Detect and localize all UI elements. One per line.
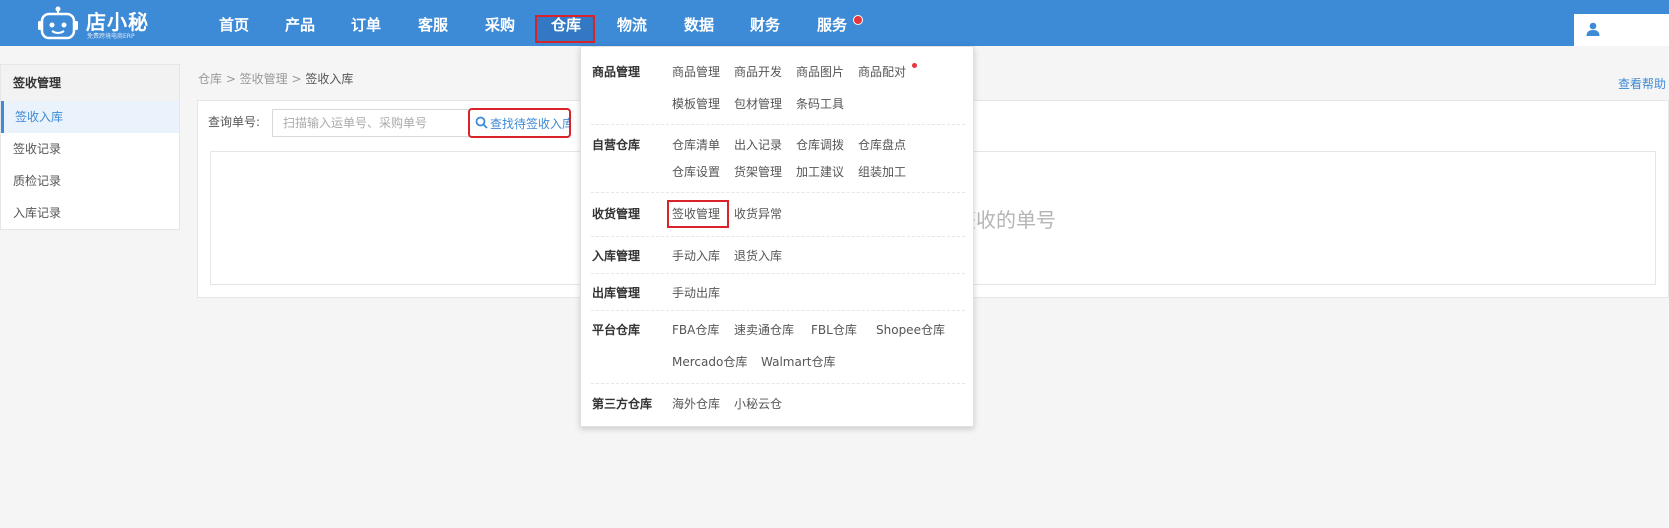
find-pending-receive-button[interactable]: 查找待签收入库 xyxy=(468,108,571,138)
menu-item-in-out-records[interactable]: 出入记录 xyxy=(734,136,782,153)
sidebar-item-receive-inbound[interactable]: 签收入库 xyxy=(1,101,179,133)
sidebar: 签收管理 签收入库 签收记录 质检记录 入库记录 xyxy=(0,64,180,230)
menu-item-receive-exception[interactable]: 收货异常 xyxy=(734,205,782,222)
menu-item-fba-warehouse[interactable]: FBA仓库 xyxy=(672,321,719,338)
menu-item-product-matching[interactable]: 商品配对 xyxy=(858,63,906,80)
menu-divider xyxy=(591,124,965,125)
tracking-number-input[interactable] xyxy=(272,109,472,137)
menu-item-warehouse-transfer[interactable]: 仓库调拨 xyxy=(796,136,844,153)
breadcrumb-current: 签收入库 xyxy=(305,72,354,86)
warehouse-dropdown-menu: 商品管理 商品管理 商品开发 商品图片 商品配对 模板管理 包材管理 条码工具 … xyxy=(580,46,974,427)
menu-item-fbl-warehouse[interactable]: FBL仓库 xyxy=(811,321,857,338)
nav-item-warehouse[interactable]: 仓库 xyxy=(551,14,581,35)
menu-item-warehouse-stocktake[interactable]: 仓库盘点 xyxy=(858,136,906,153)
robot-logo-icon xyxy=(38,6,78,40)
group-title-product-management: 商品管理 xyxy=(592,65,641,79)
user-icon xyxy=(1586,22,1600,36)
menu-divider xyxy=(591,236,965,237)
menu-item-return-inbound[interactable]: 退货入库 xyxy=(734,247,782,264)
menu-item-mercado-warehouse[interactable]: Mercado仓库 xyxy=(672,353,747,370)
menu-item-receive-management[interactable]: 签收管理 xyxy=(672,205,720,222)
group-title-platform-warehouse: 平台仓库 xyxy=(592,323,641,337)
menu-item-shopee-warehouse[interactable]: Shopee仓库 xyxy=(876,321,945,338)
menu-item-barcode-tools[interactable]: 条码工具 xyxy=(796,95,844,112)
menu-item-packaging-management[interactable]: 包材管理 xyxy=(734,95,782,112)
nav-item-services[interactable]: 服务 xyxy=(817,14,847,35)
menu-item-assembly-processing[interactable]: 组装加工 xyxy=(858,163,906,180)
help-link[interactable]: 查看帮助 xyxy=(1618,75,1666,92)
menu-item-product-images[interactable]: 商品图片 xyxy=(796,63,844,80)
menu-item-warehouse-list[interactable]: 仓库清单 xyxy=(672,136,720,153)
notification-dot xyxy=(853,15,863,25)
nav-item-products[interactable]: 产品 xyxy=(285,14,315,35)
nav-item-home[interactable]: 首页 xyxy=(219,14,249,35)
sidebar-title: 签收管理 xyxy=(1,65,179,101)
group-title-own-warehouse: 自营仓库 xyxy=(592,138,641,152)
logo[interactable]: 店小秘 免费跨境电商ERP xyxy=(38,4,158,40)
menu-item-shelf-management[interactable]: 货架管理 xyxy=(734,163,782,180)
breadcrumb-path[interactable]: 仓库 > 签收管理 > xyxy=(198,72,305,86)
nav-item-finance[interactable]: 财务 xyxy=(750,14,780,35)
menu-item-processing-suggestion[interactable]: 加工建议 xyxy=(796,163,844,180)
sidebar-item-inbound-records[interactable]: 入库记录 xyxy=(1,197,179,229)
nav-item-orders[interactable]: 订单 xyxy=(351,14,381,35)
menu-divider xyxy=(591,273,965,274)
group-title-inbound-management: 入库管理 xyxy=(592,249,641,263)
menu-item-overseas-warehouse[interactable]: 海外仓库 xyxy=(672,395,720,412)
menu-item-template-management[interactable]: 模板管理 xyxy=(672,95,720,112)
sidebar-item-receive-records[interactable]: 签收记录 xyxy=(1,133,179,165)
query-label: 查询单号: xyxy=(208,115,261,129)
menu-item-xiaomi-cloud-warehouse[interactable]: 小秘云仓 xyxy=(734,395,782,412)
menu-item-product-development[interactable]: 商品开发 xyxy=(734,63,782,80)
nav-item-data[interactable]: 数据 xyxy=(684,14,714,35)
menu-item-manual-inbound[interactable]: 手动入库 xyxy=(672,247,720,264)
menu-divider xyxy=(591,310,965,311)
group-title-third-party-warehouse: 第三方仓库 xyxy=(592,397,653,411)
nav-item-customer-service[interactable]: 客服 xyxy=(418,14,448,35)
search-icon xyxy=(475,116,488,129)
nav-item-logistics[interactable]: 物流 xyxy=(617,14,647,35)
menu-item-product-management[interactable]: 商品管理 xyxy=(672,63,720,80)
top-nav-bar: 店小秘 免费跨境电商ERP 首页 产品 订单 客服 采购 仓库 物流 数据 财务… xyxy=(0,0,1669,46)
menu-item-warehouse-settings[interactable]: 仓库设置 xyxy=(672,163,720,180)
breadcrumb: 仓库 > 签收管理 > 签收入库 xyxy=(198,70,353,87)
menu-item-walmart-warehouse[interactable]: Walmart仓库 xyxy=(761,353,835,370)
menu-item-aliexpress-warehouse[interactable]: 速卖通仓库 xyxy=(734,321,794,338)
find-button-label: 查找待签收入库 xyxy=(490,116,571,131)
group-title-outbound-management: 出库管理 xyxy=(592,286,641,300)
menu-divider xyxy=(591,192,965,193)
menu-item-manual-outbound[interactable]: 手动出库 xyxy=(672,284,720,301)
nav-item-purchasing[interactable]: 采购 xyxy=(485,14,515,35)
sidebar-item-qc-records[interactable]: 质检记录 xyxy=(1,165,179,197)
new-badge-dot xyxy=(912,63,917,68)
menu-divider xyxy=(591,383,965,384)
group-title-receiving-management: 收货管理 xyxy=(592,207,641,221)
user-menu[interactable] xyxy=(1574,14,1669,46)
logo-subtitle: 免费跨境电商ERP xyxy=(87,33,135,40)
